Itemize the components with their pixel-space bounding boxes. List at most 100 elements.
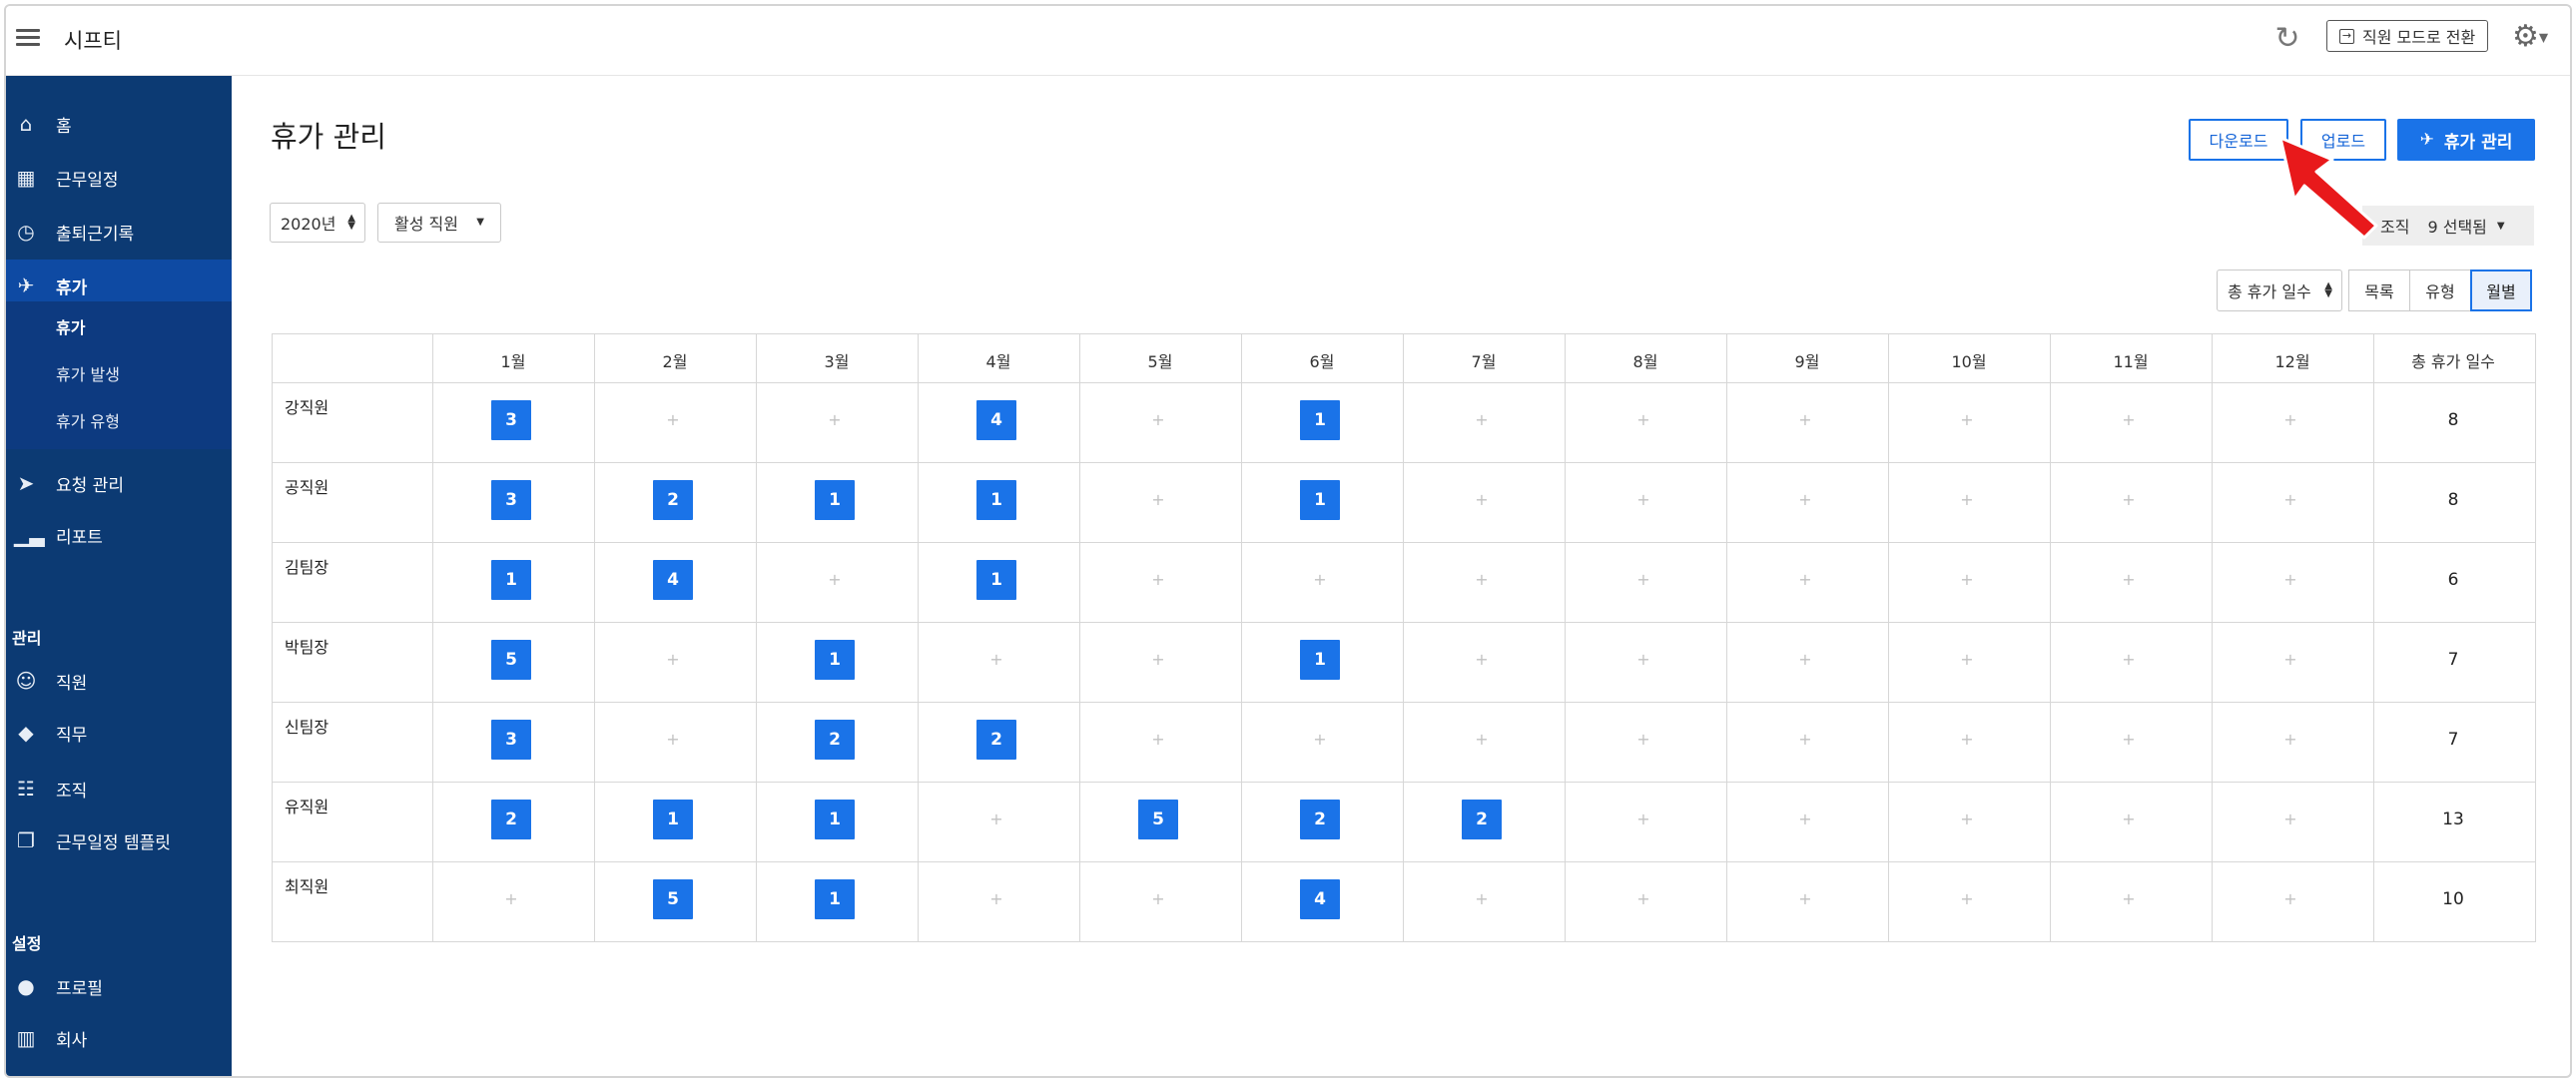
sidebar-item-attendance[interactable]: ◷ 출퇴근기록 [6,212,232,252]
add-vacation-button[interactable]: + [1785,480,1825,520]
sidebar-item-home[interactable]: ⌂ 홈 [6,104,232,144]
add-vacation-button[interactable]: + [1623,879,1663,919]
vacation-count-badge[interactable]: 3 [491,720,531,760]
add-vacation-button[interactable]: + [1462,400,1502,440]
sidebar-item-organization[interactable]: ☷ 조직 [6,769,232,809]
add-vacation-button[interactable]: + [1623,640,1663,680]
add-vacation-button[interactable]: + [2109,560,2149,600]
view-monthly-button[interactable]: 월별 [2470,270,2532,311]
vacation-count-badge[interactable]: 1 [815,640,855,680]
add-vacation-button[interactable]: + [1462,640,1502,680]
add-vacation-button[interactable]: + [1947,879,1987,919]
vacation-count-badge[interactable]: 2 [1462,800,1502,839]
add-vacation-button[interactable]: + [2270,720,2310,760]
vacation-count-badge[interactable]: 4 [1300,879,1340,919]
add-vacation-button[interactable]: + [2270,480,2310,520]
add-vacation-button[interactable]: + [1623,800,1663,839]
add-vacation-button[interactable]: + [1138,400,1178,440]
add-vacation-button[interactable]: + [1785,800,1825,839]
add-vacation-button[interactable]: + [1623,560,1663,600]
add-vacation-button[interactable]: + [491,879,531,919]
vacation-count-badge[interactable]: 1 [491,560,531,600]
add-vacation-button[interactable]: + [1785,879,1825,919]
add-vacation-button[interactable]: + [653,400,693,440]
add-vacation-button[interactable]: + [1785,560,1825,600]
add-vacation-button[interactable]: + [1623,480,1663,520]
status-select[interactable]: 활성 직원 ▼ [377,203,501,243]
vacation-count-badge[interactable]: 2 [976,720,1016,760]
add-vacation-button[interactable]: + [1138,879,1178,919]
add-vacation-button[interactable]: + [976,879,1016,919]
view-list-button[interactable]: 목록 [2348,270,2410,311]
add-vacation-button[interactable]: + [2109,480,2149,520]
vacation-count-badge[interactable]: 1 [815,879,855,919]
add-vacation-button[interactable]: + [1300,720,1340,760]
add-vacation-button[interactable]: + [1947,640,1987,680]
add-vacation-button[interactable]: + [2270,800,2310,839]
add-vacation-button[interactable]: + [1462,720,1502,760]
add-vacation-button[interactable]: + [976,800,1016,839]
add-vacation-button[interactable]: + [1462,480,1502,520]
vacation-count-badge[interactable]: 1 [1300,480,1340,520]
add-vacation-button[interactable]: + [1138,640,1178,680]
submenu-item-types[interactable]: 휴가 유형 [56,408,120,432]
sidebar-item-company[interactable]: ▥ 회사 [6,1018,232,1058]
add-vacation-button[interactable]: + [1138,560,1178,600]
submenu-item-vacation[interactable]: 휴가 [56,314,85,338]
vacation-count-badge[interactable]: 5 [1138,800,1178,839]
add-vacation-button[interactable]: + [1623,400,1663,440]
add-vacation-button[interactable]: + [1785,720,1825,760]
add-vacation-button[interactable]: + [2109,720,2149,760]
vacation-count-badge[interactable]: 3 [491,400,531,440]
year-select[interactable]: 2020년 ▲ ▼ [270,203,365,243]
add-vacation-button[interactable]: + [2109,400,2149,440]
vacation-count-badge[interactable]: 1 [976,480,1016,520]
switch-mode-button[interactable]: → 직원 모드로 전환 [2326,20,2489,52]
add-vacation-button[interactable]: + [2109,640,2149,680]
sidebar-item-schedule[interactable]: ▦ 근무일정 [6,158,232,198]
sidebar-item-profile[interactable]: ● 프로필 [6,966,232,1006]
add-vacation-button[interactable]: + [1947,560,1987,600]
vacation-count-badge[interactable]: 5 [491,640,531,680]
add-vacation-button[interactable]: + [653,720,693,760]
add-vacation-button[interactable]: + [976,640,1016,680]
add-vacation-button[interactable]: + [2109,879,2149,919]
add-vacation-button[interactable]: + [1300,560,1340,600]
menu-icon[interactable] [16,26,40,50]
add-vacation-button[interactable]: + [2109,800,2149,839]
vacation-count-badge[interactable]: 1 [1300,640,1340,680]
manage-vacation-button[interactable]: ✈ 휴가 관리 [2397,119,2535,161]
vacation-count-badge[interactable]: 2 [653,480,693,520]
add-vacation-button[interactable]: + [1138,480,1178,520]
gear-icon[interactable]: ⚙▼ [2512,22,2548,53]
add-vacation-button[interactable]: + [2270,640,2310,680]
add-vacation-button[interactable]: + [1462,560,1502,600]
add-vacation-button[interactable]: + [1462,879,1502,919]
submenu-item-accrual[interactable]: 휴가 발생 [56,361,120,385]
vacation-count-badge[interactable]: 2 [815,720,855,760]
add-vacation-button[interactable]: + [653,640,693,680]
add-vacation-button[interactable]: + [815,400,855,440]
add-vacation-button[interactable]: + [1947,720,1987,760]
vacation-count-badge[interactable]: 3 [491,480,531,520]
vacation-count-badge[interactable]: 4 [653,560,693,600]
vacation-count-badge[interactable]: 1 [815,800,855,839]
sidebar-item-templates[interactable]: ❐ 근무일정 템플릿 [6,820,232,860]
vacation-count-badge[interactable]: 1 [1300,400,1340,440]
add-vacation-button[interactable]: + [2270,879,2310,919]
add-vacation-button[interactable]: + [1947,400,1987,440]
add-vacation-button[interactable]: + [1623,720,1663,760]
add-vacation-button[interactable]: + [1785,400,1825,440]
add-vacation-button[interactable]: + [1947,800,1987,839]
vacation-count-badge[interactable]: 5 [653,879,693,919]
vacation-count-badge[interactable]: 4 [976,400,1016,440]
sidebar-item-reports[interactable]: ▁▃ 리포트 [6,515,232,555]
add-vacation-button[interactable]: + [2270,560,2310,600]
add-vacation-button[interactable]: + [815,560,855,600]
vacation-count-badge[interactable]: 2 [491,800,531,839]
sidebar-item-roles[interactable]: ◆ 직무 [6,713,232,753]
vacation-count-badge[interactable]: 2 [1300,800,1340,839]
sidebar-item-employees[interactable]: ☺ 직원 [6,661,232,701]
add-vacation-button[interactable]: + [2270,400,2310,440]
metric-select[interactable]: 총 휴가 일수 ▲ ▼ [2217,270,2342,311]
